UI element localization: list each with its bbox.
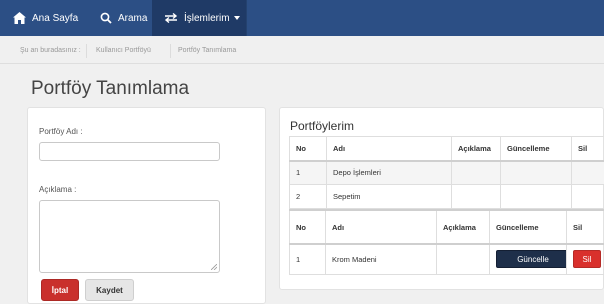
- update-button[interactable]: Güncelle: [496, 250, 566, 269]
- breadcrumb-divider: [0, 63, 604, 64]
- cell-name: Depo İşlemleri: [326, 160, 452, 185]
- portfolio-name-label: Portföy Adı :: [39, 127, 83, 136]
- nav-search-label: Arama: [118, 12, 148, 24]
- cell-description: [451, 184, 501, 209]
- nav-operations-label: İşlemlerim: [184, 12, 230, 24]
- cell-description: [451, 160, 501, 185]
- description-textarea[interactable]: [39, 200, 220, 273]
- cancel-button[interactable]: İptal: [41, 279, 79, 301]
- portfolio-form-panel: Portföy Adı : Açıklama : İptal Kaydet: [27, 107, 266, 304]
- navbar-empty-area: [246, 0, 604, 36]
- nav-home[interactable]: Ana Sayfa: [13, 0, 78, 36]
- cell-delete: [571, 160, 604, 185]
- delete-button[interactable]: Sil: [573, 250, 601, 269]
- cell-update: [500, 160, 572, 185]
- cell-no: 1: [289, 243, 326, 275]
- cell-delete: [571, 184, 604, 209]
- column-header-update: Güncelleme: [489, 209, 567, 245]
- cell-name: Krom Madeni: [325, 243, 437, 275]
- search-icon: [100, 12, 112, 24]
- cell-no: 1: [289, 160, 327, 185]
- column-header-name: Adı: [326, 136, 452, 162]
- portfolio-detail-table: No Adı Açıklama Güncelleme Sil 1 Krom Ma…: [289, 209, 604, 275]
- breadcrumb-separator: [86, 44, 87, 58]
- portfolios-panel: Portföylerim No Adı Açıklama Güncelleme …: [279, 107, 604, 290]
- column-header-name: Adı: [325, 209, 437, 245]
- breadcrumb-prefix: Şu an buradasınız :: [20, 47, 81, 54]
- breadcrumb-item-portfolio-definition[interactable]: Portföy Tanımlama: [178, 47, 236, 54]
- table-header-row: No Adı Açıklama Güncelleme Sil: [289, 209, 604, 245]
- nav-search[interactable]: Arama: [100, 0, 147, 36]
- cell-delete: Sil: [566, 243, 604, 275]
- portfolios-table: No Adı Açıklama Güncelleme Sil 1 Depo İş…: [289, 136, 604, 209]
- column-header-delete: Sil: [566, 209, 604, 245]
- table-row[interactable]: 1 Depo İşlemleri: [289, 160, 604, 185]
- column-header-description: Açıklama: [451, 136, 501, 162]
- cell-description: [436, 243, 490, 275]
- column-header-no: No: [289, 209, 326, 245]
- home-icon: [13, 12, 26, 24]
- column-header-no: No: [289, 136, 327, 162]
- portfolios-title: Portföylerim: [290, 119, 355, 133]
- portfolio-name-input[interactable]: [39, 142, 220, 161]
- resize-handle-icon[interactable]: [211, 264, 217, 270]
- table-header-row: No Adı Açıklama Güncelleme Sil: [289, 136, 604, 162]
- table-row: 1 Krom Madeni Güncelle Sil: [289, 243, 604, 275]
- save-button[interactable]: Kaydet: [85, 279, 134, 301]
- breadcrumb-separator: [170, 44, 171, 58]
- nav-home-label: Ana Sayfa: [32, 12, 79, 24]
- description-label: Açıklama :: [39, 185, 77, 194]
- cell-update: Güncelle: [489, 243, 567, 275]
- cell-no: 2: [289, 184, 327, 209]
- cell-name: Sepetim: [326, 184, 452, 209]
- caret-down-icon: [233, 16, 240, 20]
- nav-operations-dropdown[interactable]: İşlemlerim: [152, 0, 246, 36]
- breadcrumb-item-user-portfolio[interactable]: Kullanıcı Portföyü: [96, 47, 151, 54]
- table-row[interactable]: 2 Sepetim: [289, 184, 604, 209]
- breadcrumb: Şu an buradasınız : Kullanıcı Portföyü P…: [20, 42, 604, 60]
- cell-update: [500, 184, 572, 209]
- top-navbar: Ana Sayfa Arama İşlemlerim: [0, 0, 604, 36]
- column-header-delete: Sil: [571, 136, 604, 162]
- column-header-update: Güncelleme: [500, 136, 572, 162]
- page-title: Portföy Tanımlama: [31, 78, 190, 99]
- column-header-description: Açıklama: [436, 209, 490, 245]
- transfer-icon: [164, 13, 178, 23]
